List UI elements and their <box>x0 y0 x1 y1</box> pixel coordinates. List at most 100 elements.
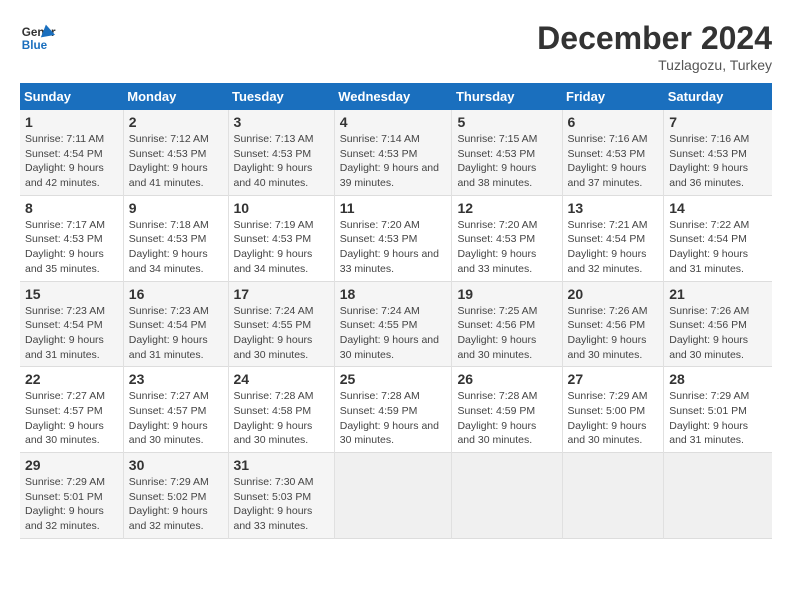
calendar-table: Sunday Monday Tuesday Wednesday Thursday… <box>20 83 772 539</box>
calendar-cell: 2 Sunrise: 7:12 AMSunset: 4:53 PMDayligh… <box>123 110 228 195</box>
day-info: Sunrise: 7:29 AMSunset: 5:02 PMDaylight:… <box>129 476 209 532</box>
calendar-row: 1 Sunrise: 7:11 AMSunset: 4:54 PMDayligh… <box>20 110 772 195</box>
calendar-row: 22 Sunrise: 7:27 AMSunset: 4:57 PMDaylig… <box>20 367 772 453</box>
day-number: 28 <box>669 371 767 387</box>
day-info: Sunrise: 7:11 AMSunset: 4:54 PMDaylight:… <box>25 133 104 189</box>
calendar-row: 8 Sunrise: 7:17 AMSunset: 4:53 PMDayligh… <box>20 195 772 281</box>
day-number: 29 <box>25 457 118 473</box>
day-number: 16 <box>129 286 223 302</box>
col-wednesday: Wednesday <box>334 83 452 110</box>
calendar-cell: 10 Sunrise: 7:19 AMSunset: 4:53 PMDaylig… <box>228 195 334 281</box>
calendar-cell: 15 Sunrise: 7:23 AMSunset: 4:54 PMDaylig… <box>20 281 123 367</box>
day-info: Sunrise: 7:27 AMSunset: 4:57 PMDaylight:… <box>25 390 105 446</box>
location: Tuzlagozu, Turkey <box>537 57 772 73</box>
day-number: 25 <box>340 371 447 387</box>
calendar-cell: 11 Sunrise: 7:20 AMSunset: 4:53 PMDaylig… <box>334 195 452 281</box>
col-sunday: Sunday <box>20 83 123 110</box>
logo: General Blue <box>20 20 56 56</box>
col-monday: Monday <box>123 83 228 110</box>
day-number: 18 <box>340 286 447 302</box>
day-number: 27 <box>568 371 659 387</box>
day-info: Sunrise: 7:28 AMSunset: 4:59 PMDaylight:… <box>457 390 537 446</box>
day-info: Sunrise: 7:18 AMSunset: 4:53 PMDaylight:… <box>129 219 209 275</box>
calendar-cell: 29 Sunrise: 7:29 AMSunset: 5:01 PMDaylig… <box>20 453 123 539</box>
calendar-cell: 13 Sunrise: 7:21 AMSunset: 4:54 PMDaylig… <box>562 195 664 281</box>
day-number: 24 <box>234 371 329 387</box>
calendar-cell <box>664 453 772 539</box>
calendar-cell: 23 Sunrise: 7:27 AMSunset: 4:57 PMDaylig… <box>123 367 228 453</box>
calendar-cell: 12 Sunrise: 7:20 AMSunset: 4:53 PMDaylig… <box>452 195 562 281</box>
day-info: Sunrise: 7:29 AMSunset: 5:01 PMDaylight:… <box>25 476 105 532</box>
day-number: 13 <box>568 200 659 216</box>
day-number: 21 <box>669 286 767 302</box>
calendar-cell: 6 Sunrise: 7:16 AMSunset: 4:53 PMDayligh… <box>562 110 664 195</box>
day-info: Sunrise: 7:28 AMSunset: 4:58 PMDaylight:… <box>234 390 314 446</box>
calendar-row: 29 Sunrise: 7:29 AMSunset: 5:01 PMDaylig… <box>20 453 772 539</box>
calendar-cell <box>562 453 664 539</box>
calendar-cell: 9 Sunrise: 7:18 AMSunset: 4:53 PMDayligh… <box>123 195 228 281</box>
day-info: Sunrise: 7:15 AMSunset: 4:53 PMDaylight:… <box>457 133 537 189</box>
day-info: Sunrise: 7:27 AMSunset: 4:57 PMDaylight:… <box>129 390 209 446</box>
day-info: Sunrise: 7:12 AMSunset: 4:53 PMDaylight:… <box>129 133 209 189</box>
day-info: Sunrise: 7:28 AMSunset: 4:59 PMDaylight:… <box>340 390 439 446</box>
day-info: Sunrise: 7:30 AMSunset: 5:03 PMDaylight:… <box>234 476 314 532</box>
day-number: 6 <box>568 114 659 130</box>
calendar-cell: 27 Sunrise: 7:29 AMSunset: 5:00 PMDaylig… <box>562 367 664 453</box>
day-number: 26 <box>457 371 556 387</box>
calendar-cell <box>452 453 562 539</box>
day-number: 9 <box>129 200 223 216</box>
day-number: 4 <box>340 114 447 130</box>
day-number: 1 <box>25 114 118 130</box>
calendar-cell: 25 Sunrise: 7:28 AMSunset: 4:59 PMDaylig… <box>334 367 452 453</box>
calendar-cell: 20 Sunrise: 7:26 AMSunset: 4:56 PMDaylig… <box>562 281 664 367</box>
day-info: Sunrise: 7:20 AMSunset: 4:53 PMDaylight:… <box>340 219 439 275</box>
day-number: 19 <box>457 286 556 302</box>
day-info: Sunrise: 7:26 AMSunset: 4:56 PMDaylight:… <box>568 305 648 361</box>
day-number: 8 <box>25 200 118 216</box>
calendar-cell: 24 Sunrise: 7:28 AMSunset: 4:58 PMDaylig… <box>228 367 334 453</box>
calendar-cell: 7 Sunrise: 7:16 AMSunset: 4:53 PMDayligh… <box>664 110 772 195</box>
day-info: Sunrise: 7:16 AMSunset: 4:53 PMDaylight:… <box>568 133 648 189</box>
day-info: Sunrise: 7:25 AMSunset: 4:56 PMDaylight:… <box>457 305 537 361</box>
day-info: Sunrise: 7:24 AMSunset: 4:55 PMDaylight:… <box>340 305 439 361</box>
calendar-cell: 26 Sunrise: 7:28 AMSunset: 4:59 PMDaylig… <box>452 367 562 453</box>
day-info: Sunrise: 7:22 AMSunset: 4:54 PMDaylight:… <box>669 219 749 275</box>
month-title: December 2024 <box>537 20 772 57</box>
calendar-row: 15 Sunrise: 7:23 AMSunset: 4:54 PMDaylig… <box>20 281 772 367</box>
calendar-cell: 30 Sunrise: 7:29 AMSunset: 5:02 PMDaylig… <box>123 453 228 539</box>
day-number: 2 <box>129 114 223 130</box>
day-number: 15 <box>25 286 118 302</box>
day-number: 22 <box>25 371 118 387</box>
day-number: 3 <box>234 114 329 130</box>
day-number: 7 <box>669 114 767 130</box>
day-info: Sunrise: 7:24 AMSunset: 4:55 PMDaylight:… <box>234 305 314 361</box>
calendar-cell: 14 Sunrise: 7:22 AMSunset: 4:54 PMDaylig… <box>664 195 772 281</box>
calendar-cell: 28 Sunrise: 7:29 AMSunset: 5:01 PMDaylig… <box>664 367 772 453</box>
calendar-cell: 21 Sunrise: 7:26 AMSunset: 4:56 PMDaylig… <box>664 281 772 367</box>
calendar-cell: 16 Sunrise: 7:23 AMSunset: 4:54 PMDaylig… <box>123 281 228 367</box>
day-info: Sunrise: 7:21 AMSunset: 4:54 PMDaylight:… <box>568 219 648 275</box>
calendar-cell: 18 Sunrise: 7:24 AMSunset: 4:55 PMDaylig… <box>334 281 452 367</box>
day-info: Sunrise: 7:29 AMSunset: 5:01 PMDaylight:… <box>669 390 749 446</box>
calendar-cell: 19 Sunrise: 7:25 AMSunset: 4:56 PMDaylig… <box>452 281 562 367</box>
day-number: 10 <box>234 200 329 216</box>
col-tuesday: Tuesday <box>228 83 334 110</box>
calendar-cell: 22 Sunrise: 7:27 AMSunset: 4:57 PMDaylig… <box>20 367 123 453</box>
day-number: 17 <box>234 286 329 302</box>
logo-icon: General Blue <box>20 20 56 56</box>
day-info: Sunrise: 7:29 AMSunset: 5:00 PMDaylight:… <box>568 390 648 446</box>
calendar-cell: 3 Sunrise: 7:13 AMSunset: 4:53 PMDayligh… <box>228 110 334 195</box>
day-info: Sunrise: 7:16 AMSunset: 4:53 PMDaylight:… <box>669 133 749 189</box>
calendar-cell: 5 Sunrise: 7:15 AMSunset: 4:53 PMDayligh… <box>452 110 562 195</box>
calendar-cell: 17 Sunrise: 7:24 AMSunset: 4:55 PMDaylig… <box>228 281 334 367</box>
day-info: Sunrise: 7:13 AMSunset: 4:53 PMDaylight:… <box>234 133 314 189</box>
day-number: 12 <box>457 200 556 216</box>
day-info: Sunrise: 7:26 AMSunset: 4:56 PMDaylight:… <box>669 305 749 361</box>
day-info: Sunrise: 7:14 AMSunset: 4:53 PMDaylight:… <box>340 133 439 189</box>
day-info: Sunrise: 7:19 AMSunset: 4:53 PMDaylight:… <box>234 219 314 275</box>
day-number: 30 <box>129 457 223 473</box>
calendar-cell: 4 Sunrise: 7:14 AMSunset: 4:53 PMDayligh… <box>334 110 452 195</box>
svg-text:Blue: Blue <box>22 39 48 52</box>
calendar-cell: 8 Sunrise: 7:17 AMSunset: 4:53 PMDayligh… <box>20 195 123 281</box>
page-header: General Blue December 2024 Tuzlagozu, Tu… <box>20 20 772 73</box>
